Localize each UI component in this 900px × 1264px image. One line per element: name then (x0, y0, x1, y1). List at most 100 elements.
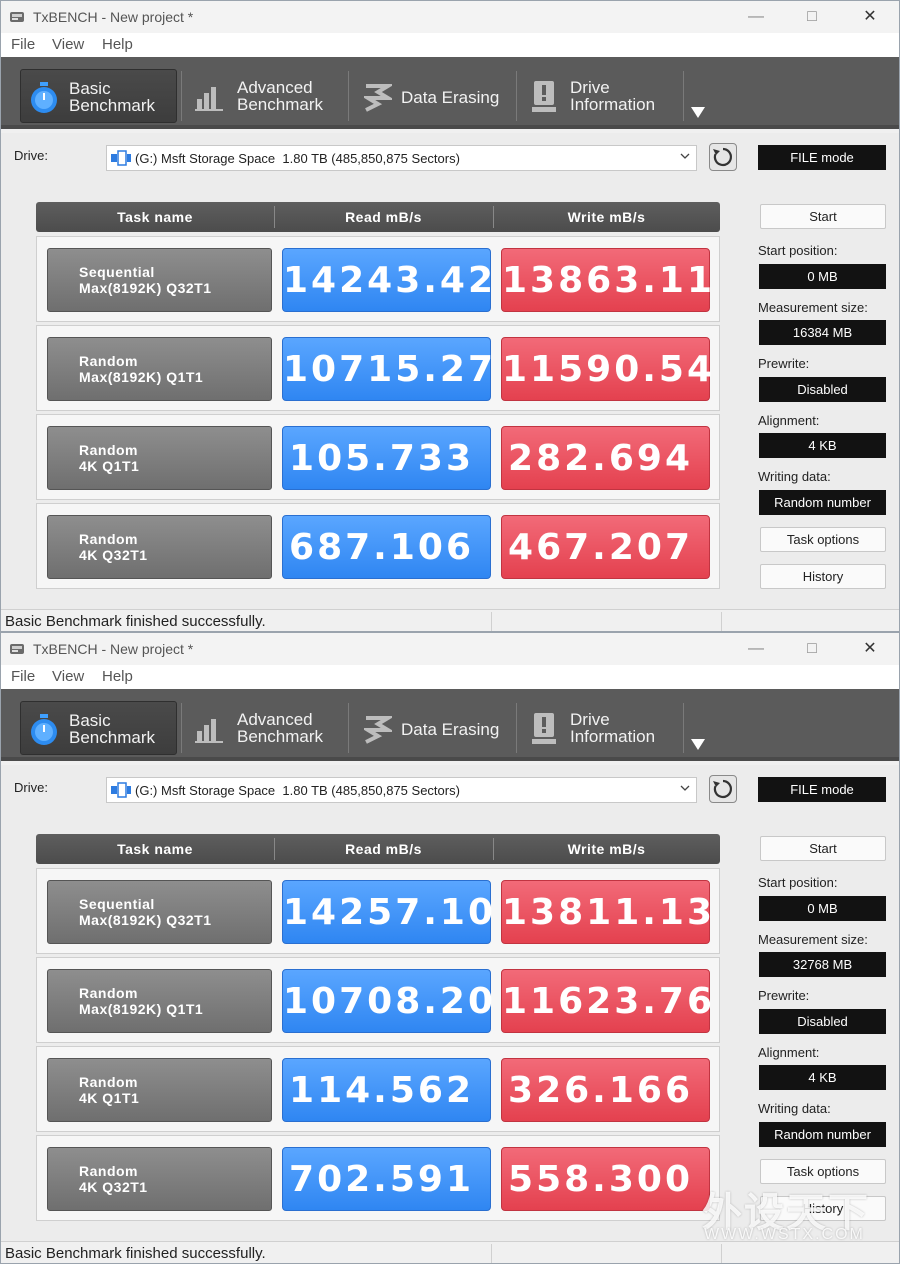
minimize-icon[interactable]: — (733, 637, 779, 661)
start-position-value: 0 MB (759, 264, 886, 289)
tab-label-line2: Benchmark (237, 95, 323, 114)
task-button[interactable]: Random 4K Q32T1 (47, 1147, 272, 1211)
tab-data-erasing[interactable]: Data Erasing (358, 701, 508, 755)
result-row-rnd-4k-q32t1: Random 4K Q32T1 687.106 467.207 (36, 503, 720, 589)
drive-select[interactable]: (G:) Msft Storage Space 1.80 TB (485,850… (106, 145, 697, 171)
menu-file[interactable]: File (11, 36, 35, 53)
history-button[interactable]: History (760, 564, 886, 589)
benchmark-panel: Drive: (G:) Msft Storage Space 1.80 TB (… (1, 133, 899, 609)
status-text: Basic Benchmark finished successfully. (5, 613, 266, 630)
measurement-size-value: 32768 MB (759, 952, 886, 977)
refresh-button[interactable] (709, 143, 737, 171)
menu-view[interactable]: View (52, 668, 84, 685)
task-name-line1: Sequential (79, 264, 155, 280)
task-name-line1: Random (79, 985, 138, 1001)
tab-separator (683, 71, 684, 121)
tab-separator (516, 703, 517, 753)
header-read: Read mB/s (345, 209, 422, 225)
start-button[interactable]: Start (760, 204, 886, 229)
watermark-url: WWW.WSTX.COM (704, 1226, 865, 1243)
read-speed: 687.106 (282, 515, 491, 579)
write-speed: 326.166 (501, 1058, 710, 1122)
task-options-button[interactable]: Task options (760, 527, 886, 552)
tab-drive-information[interactable]: Drive Information (526, 701, 676, 755)
menu-view[interactable]: View (52, 36, 84, 53)
writing-data-label: Writing data: (758, 1101, 831, 1116)
alignment-value: 4 KB (759, 433, 886, 458)
task-button[interactable]: Random 4K Q1T1 (47, 426, 272, 490)
measurement-size-value: 16384 MB (759, 320, 886, 345)
tab-basic-benchmark[interactable]: Basic Benchmark (20, 69, 177, 123)
result-row-rnd-max-q1t1: Random Max(8192K) Q1T1 10708.20 11623.76 (36, 957, 720, 1043)
read-speed: 14257.10 (282, 880, 493, 944)
close-icon[interactable]: ✕ (847, 637, 893, 661)
minimize-icon[interactable]: — (733, 5, 779, 29)
status-bar: Basic Benchmark finished successfully. (1, 609, 899, 631)
menu-help[interactable]: Help (102, 668, 133, 685)
tab-label-line1: Basic (69, 711, 111, 730)
read-speed: 10715.27 (282, 337, 493, 401)
tab-label-line1: Basic (69, 79, 111, 98)
write-speed: 467.207 (501, 515, 710, 579)
menu-file[interactable]: File (11, 668, 35, 685)
task-name-line2: 4K Q32T1 (79, 547, 148, 563)
more-tabs-arrow-icon[interactable] (691, 107, 705, 118)
window-title: TxBENCH - New project * (33, 641, 194, 657)
task-button[interactable]: Sequential Max(8192K) Q32T1 (47, 880, 272, 944)
drive-label: Drive: (14, 148, 48, 163)
read-speed: 105.733 (282, 426, 491, 490)
task-button[interactable]: Random 4K Q32T1 (47, 515, 272, 579)
maximize-icon[interactable]: □ (789, 637, 835, 661)
header-write: Write mB/s (567, 209, 646, 225)
tab-advanced-benchmark[interactable]: Advanced Benchmark (191, 701, 341, 755)
read-speed: 10708.20 (282, 969, 493, 1033)
task-button[interactable]: Random Max(8192K) Q1T1 (47, 969, 272, 1033)
menu-help[interactable]: Help (102, 36, 133, 53)
tab-data-erasing[interactable]: Data Erasing (358, 69, 508, 123)
app-icon (10, 12, 24, 22)
tab-separator (683, 703, 684, 753)
writing-data-value: Random number (759, 490, 886, 515)
title-bar: TxBENCH - New project * — □ ✕ (1, 1, 899, 33)
window-title: TxBENCH - New project * (33, 9, 194, 25)
task-button[interactable]: Random 4K Q1T1 (47, 1058, 272, 1122)
status-separator (491, 612, 492, 631)
result-row-rnd-4k-q1t1: Random 4K Q1T1 114.562 326.166 (36, 1046, 720, 1132)
tab-basic-benchmark[interactable]: Basic Benchmark (20, 701, 177, 755)
tab-separator (516, 71, 517, 121)
watermark: 外设天下 WWW.WSTX.COM (702, 1180, 892, 1250)
alignment-label: Alignment: (758, 1045, 820, 1060)
task-button[interactable]: Sequential Max(8192K) Q32T1 (47, 248, 272, 312)
storage-space-icon (111, 782, 131, 798)
status-separator (491, 1244, 492, 1263)
drive-info-icon (532, 81, 556, 112)
close-icon[interactable]: ✕ (847, 5, 893, 29)
write-speed: 11623.76 (501, 969, 712, 1033)
result-row-rnd-4k-q1t1: Random 4K Q1T1 105.733 282.694 (36, 414, 720, 500)
start-position-label: Start position: (758, 875, 838, 890)
tab-label: Data Erasing (401, 88, 500, 107)
menu-bar: File View Help (1, 665, 899, 689)
refresh-button[interactable] (709, 775, 737, 803)
task-button[interactable]: Random Max(8192K) Q1T1 (47, 337, 272, 401)
tab-drive-information[interactable]: Drive Information (526, 69, 676, 123)
task-name-line1: Random (79, 1163, 138, 1179)
storage-space-icon (111, 150, 131, 166)
tab-label-line2: Information (570, 95, 656, 114)
tab-advanced-benchmark[interactable]: Advanced Benchmark (191, 69, 341, 123)
more-tabs-arrow-icon[interactable] (691, 739, 705, 750)
eraser-icon (364, 716, 392, 744)
task-name-line1: Random (79, 1074, 138, 1090)
prewrite-value: Disabled (759, 377, 886, 402)
bar-chart-icon (195, 719, 223, 743)
drive-label: Drive: (14, 780, 48, 795)
stopwatch-icon (31, 82, 57, 113)
write-speed: 11590.54 (501, 337, 712, 401)
measurement-size-label: Measurement size: (758, 932, 868, 947)
start-button[interactable]: Start (760, 836, 886, 861)
results-header: Task name Read mB/s Write mB/s (36, 202, 720, 232)
result-row-rnd-max-q1t1: Random Max(8192K) Q1T1 10715.27 11590.54 (36, 325, 720, 411)
drive-select[interactable]: (G:) Msft Storage Space 1.80 TB (485,850… (106, 777, 697, 803)
maximize-icon[interactable]: □ (789, 5, 835, 29)
app-icon (10, 644, 24, 654)
